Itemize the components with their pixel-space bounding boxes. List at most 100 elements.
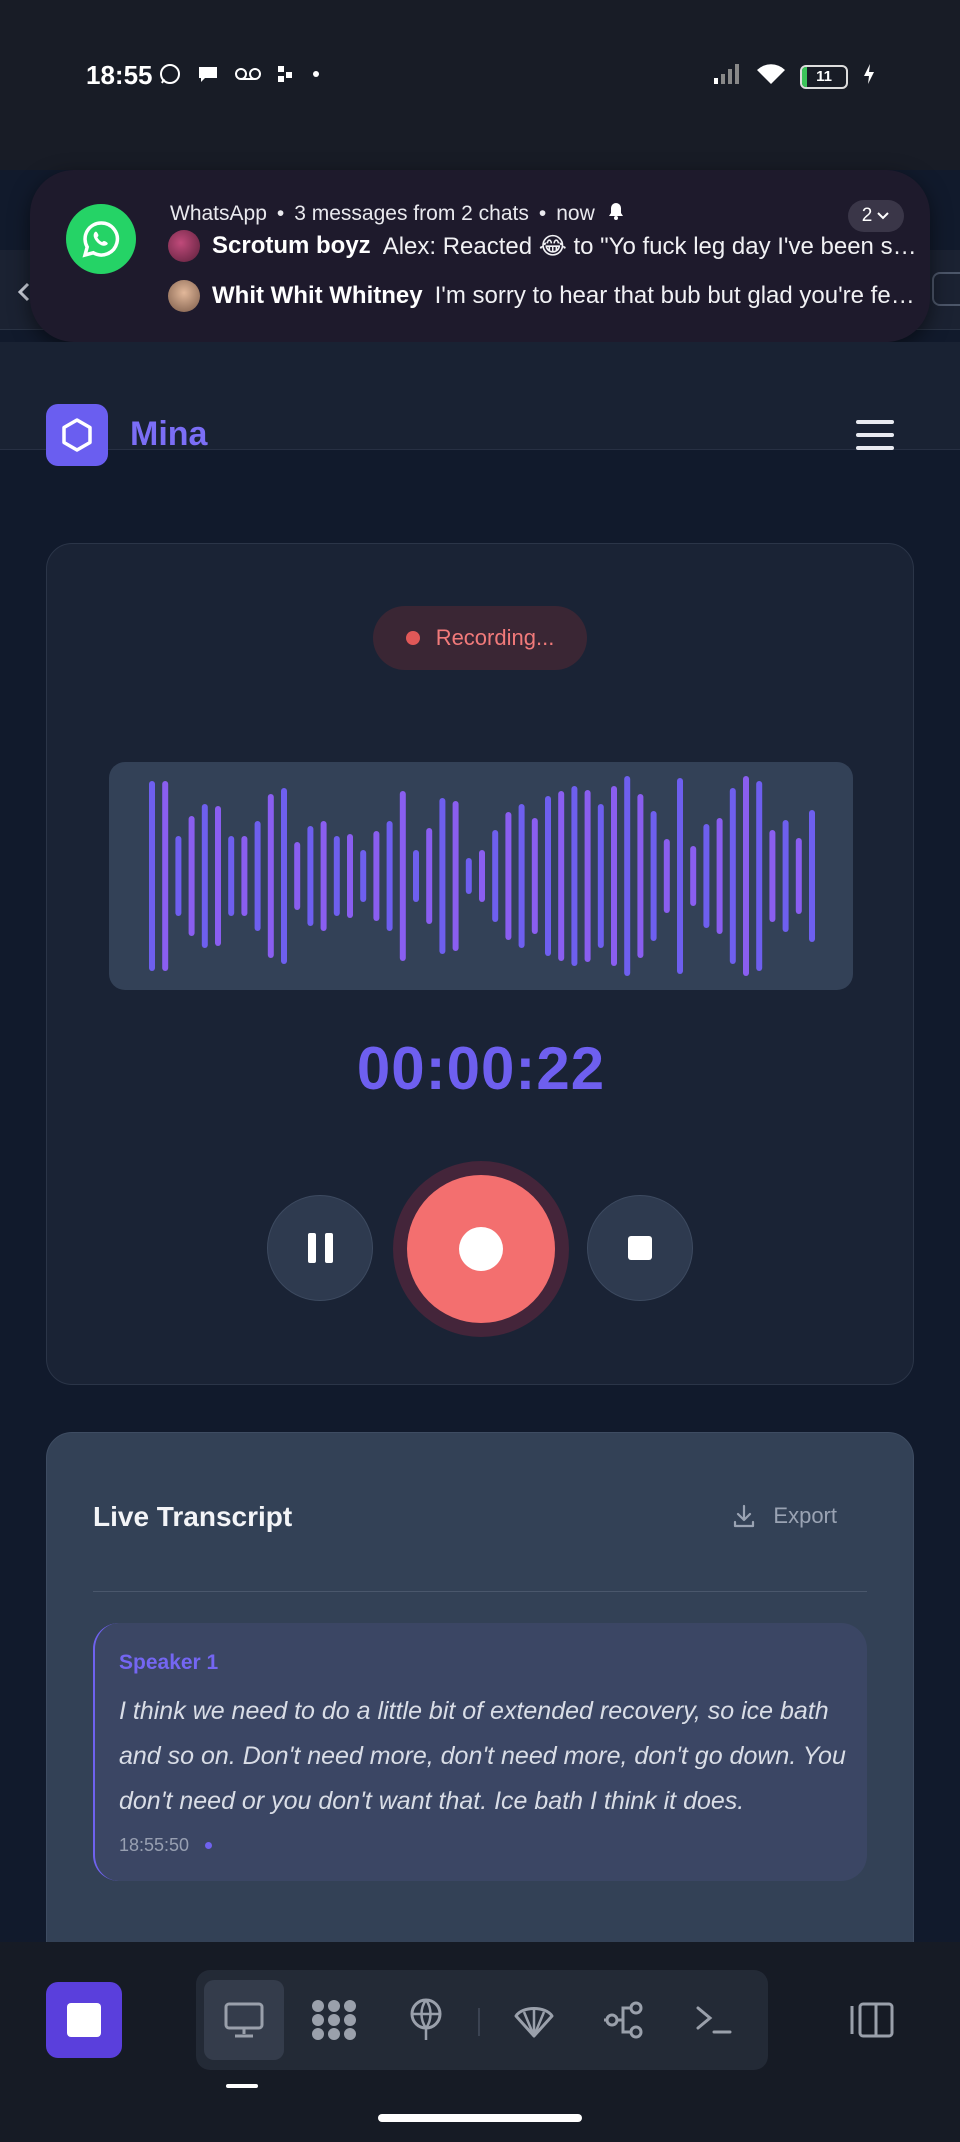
waveform-bar — [386, 821, 393, 931]
charging-icon — [862, 62, 876, 91]
battery-level: 11 — [816, 67, 832, 85]
stop-square-icon — [67, 2003, 101, 2037]
waveform-svg — [149, 776, 815, 976]
waveform-bar — [690, 846, 697, 906]
stop-app-button[interactable] — [46, 1982, 122, 2058]
waveform-bar — [518, 804, 525, 948]
shell-icon[interactable] — [494, 1980, 574, 2060]
waveform-bar — [571, 786, 578, 966]
recording-timer: 00:00:22 — [356, 1035, 606, 1102]
home-indicator[interactable] — [378, 2114, 582, 2122]
notification-message-row[interactable]: Whit Whit Whitney I'm sorry to hear that… — [168, 280, 918, 312]
recorder-card: Recording... 00:00:22 — [46, 543, 914, 1385]
app-brand-name[interactable]: Mina — [130, 415, 207, 454]
waveform-bar — [241, 836, 248, 916]
apps-grid-icon[interactable] — [294, 1980, 374, 2060]
waveform-bar — [201, 804, 208, 948]
waveform-bar — [320, 821, 327, 931]
notification-app-name: WhatsApp — [170, 202, 267, 225]
waveform-bar — [782, 820, 789, 932]
battery-fill — [802, 66, 807, 87]
waveform-bar — [465, 858, 472, 894]
waveform-visualizer — [109, 762, 853, 990]
waveform-bar — [663, 839, 670, 913]
status-time: 18:55 — [86, 60, 153, 90]
waveform-bar — [479, 850, 485, 902]
pause-icon — [307, 1233, 333, 1263]
waveform-bar — [677, 778, 683, 974]
waveform-bar — [215, 806, 221, 946]
notification-message-row[interactable]: Scrotum boyz Alex: Reacted 😂 to "Yo fuck… — [168, 230, 918, 262]
waveform-bar — [637, 794, 644, 958]
recording-dot-icon — [405, 631, 420, 645]
battery-indicator: 11 — [800, 64, 848, 89]
waveform-bar — [439, 798, 446, 954]
notification-time: now — [556, 202, 595, 225]
segment-time: 18:55:50 — [119, 1835, 190, 1855]
waveform-bar — [413, 850, 419, 902]
menu-icon[interactable] — [856, 420, 894, 450]
waveform-bar — [452, 801, 459, 951]
waveform-bar — [188, 816, 195, 936]
contact-avatar — [168, 280, 200, 312]
waveform-bar — [294, 842, 301, 910]
notification-header: WhatsApp • 3 messages from 2 chats • now — [170, 200, 627, 228]
segment-timestamp: 18:55:50 — [119, 1835, 213, 1856]
flow-icon[interactable] — [584, 1980, 664, 2060]
app-logo[interactable] — [46, 404, 108, 466]
whatsapp-logo-icon — [66, 204, 136, 274]
voicemail-icon — [234, 62, 262, 92]
waveform-bar — [307, 826, 314, 926]
notification-summary: 3 messages from 2 chats — [294, 202, 529, 225]
status-notification-icons — [158, 62, 322, 92]
waveform-bar — [809, 810, 815, 942]
waveform-bar — [254, 821, 261, 931]
pause-button[interactable] — [267, 1195, 373, 1301]
transcript-title: Live Transcript — [93, 1501, 293, 1532]
desktop-icon[interactable] — [204, 1980, 284, 2060]
waveform-bar — [333, 836, 340, 916]
stop-icon — [628, 1236, 652, 1260]
wifi-icon — [756, 62, 786, 91]
recording-status-text: Recording... — [435, 625, 555, 650]
waveform-bar — [624, 776, 631, 976]
waveform-bar — [228, 836, 235, 916]
export-label: Export — [773, 1503, 837, 1528]
panel-toggle-icon[interactable] — [850, 2000, 896, 2045]
bell-alert-icon — [605, 200, 627, 228]
live-dot-icon — [205, 1842, 213, 1849]
whatsapp-notification[interactable]: WhatsApp • 3 messages from 2 chats • now… — [30, 170, 930, 342]
export-button[interactable]: Export — [731, 1503, 837, 1529]
waveform-bar — [703, 824, 710, 928]
waveform-bar — [611, 786, 617, 966]
message-sender: Whit Whit Whitney — [212, 282, 423, 309]
waveform-bar — [743, 776, 749, 976]
waveform-bar — [505, 812, 512, 940]
group-avatar — [168, 230, 200, 262]
waveform-bar — [769, 830, 776, 922]
waveform-bar — [729, 788, 736, 964]
waveform-bar — [149, 781, 155, 971]
record-button[interactable] — [393, 1161, 569, 1337]
record-dot-icon — [459, 1227, 503, 1271]
waveform-bar — [545, 796, 551, 956]
terminal-icon[interactable] — [674, 1980, 754, 2060]
stop-button[interactable] — [587, 1195, 693, 1301]
download-icon — [734, 1504, 755, 1528]
transcript-divider — [93, 1591, 867, 1592]
waveform-bar — [558, 791, 565, 961]
waveform-bar — [360, 850, 367, 902]
message-text: I'm sorry to hear that bub but glad you'… — [434, 282, 918, 309]
status-bar: 18:55 11 — [0, 0, 960, 170]
network-icon[interactable] — [386, 1980, 466, 2060]
waveform-bar — [756, 781, 763, 971]
browser-tab-edge[interactable] — [932, 272, 960, 306]
more-dot-icon — [310, 62, 322, 92]
signal-icon — [712, 62, 742, 91]
chat-bubble-icon — [196, 62, 220, 92]
waveform-bar — [281, 788, 287, 964]
waveform-bar — [584, 790, 591, 962]
tool-group — [196, 1970, 768, 2070]
notification-expand-button[interactable]: 2 — [848, 200, 904, 232]
taskbar — [0, 1942, 960, 2142]
